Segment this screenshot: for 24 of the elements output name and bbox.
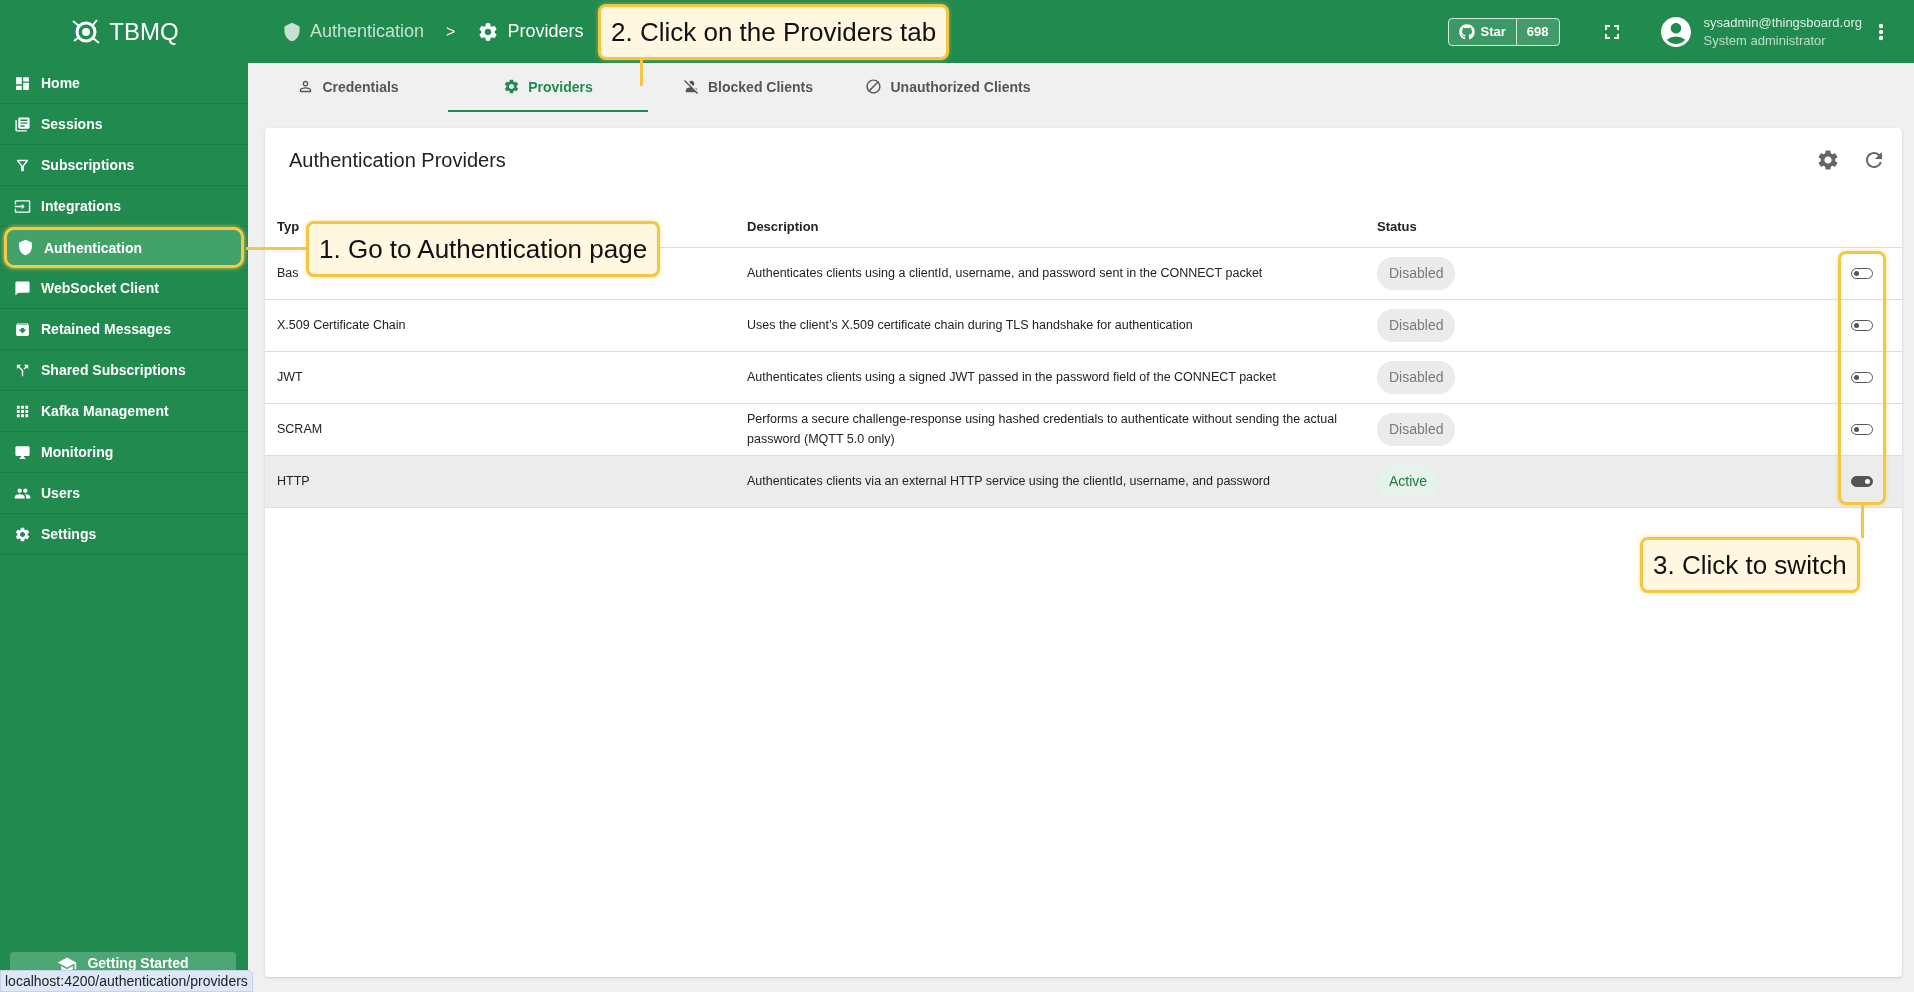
table-cell-text: Authenticates clients using a signed JWT passed in the password field of the CONNECT packet <box>747 368 1276 386</box>
table-cell: X.509 Certificate Chain <box>265 300 735 352</box>
card-title: Authentication Providers <box>289 148 507 172</box>
callout: 3. Click to switch <box>1640 537 1860 593</box>
status-chip: Disabled <box>1377 256 1456 291</box>
url-tooltip: localhost:4200/authentication/providers <box>0 970 253 992</box>
status-chip: Disabled <box>1377 412 1456 447</box>
table-cell-text: Performs a secure challenge-response using hashed credentials to authenticate without sending the actual password (MQTT 5.0 only) <box>747 411 1337 448</box>
table-cell-text: Authenticates clients using a clientId, username, and password sent in the CONNECT packet <box>747 264 1263 282</box>
user-email: sysadmin@thingsboard.org <box>1703 15 1862 30</box>
breadcrumb-separator: > <box>446 22 456 41</box>
table-cell: SCRAM <box>265 404 735 456</box>
status-chip: Active <box>1377 464 1440 499</box>
callout: 2. Click on the Providers tab <box>598 4 950 60</box>
table-cell-text: Uses the client’s X.509 certificate chain during TLS handshake for authentication <box>747 316 1193 334</box>
star-count: 698 <box>1516 18 1559 45</box>
table-cell: HTTP <box>265 456 735 508</box>
table-cell-text: Authenticates clients via an external HTTP service using the clientId, username, and password <box>747 472 1270 490</box>
callout: 1. Go to Authentication page <box>306 221 661 277</box>
status-chip: Disabled <box>1377 360 1456 395</box>
user-role: System administrator <box>1703 33 1827 48</box>
table-cell: JWT <box>265 352 735 404</box>
logo-text: TBMQ <box>109 17 179 46</box>
status-chip: Disabled <box>1377 308 1456 343</box>
